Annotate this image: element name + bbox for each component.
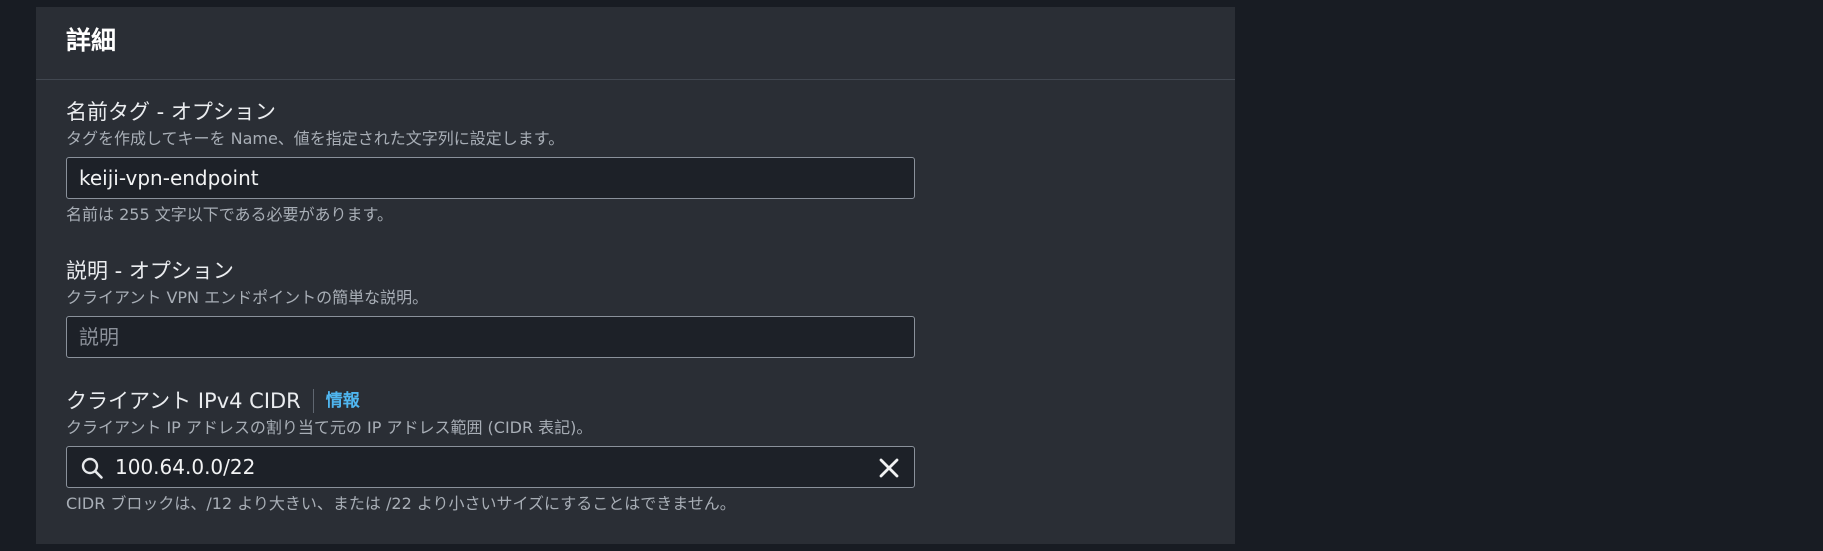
client-cidr-field: クライアント IPv4 CIDR 情報 クライアント IP アドレスの割り当て元… (66, 387, 916, 515)
name-tag-description: タグを作成してキーを Name、値を指定された文字列に設定します。 (66, 129, 565, 148)
description-input-box (66, 316, 915, 358)
description-input[interactable] (67, 317, 914, 357)
label-divider (312, 389, 314, 413)
client-cidr-label-row: クライアント IPv4 CIDR 情報 (66, 387, 916, 415)
description-field: 説明 - オプション クライアント VPN エンドポイントの簡単な説明。 (66, 257, 916, 358)
info-link[interactable]: 情報 (326, 387, 360, 415)
name-tag-input-box (66, 157, 915, 199)
client-cidr-input[interactable] (67, 447, 914, 487)
name-tag-label: 名前タグ - オプション (66, 100, 276, 124)
section-title: 詳細 (66, 26, 117, 55)
description-label: 説明 - オプション (66, 259, 234, 283)
name-tag-field: 名前タグ - オプション タグを作成してキーを Name、値を指定された文字列に… (66, 98, 916, 226)
close-icon[interactable] (876, 455, 902, 481)
search-icon (81, 457, 103, 479)
description-help-text: クライアント VPN エンドポイントの簡単な説明。 (66, 288, 429, 307)
name-tag-input[interactable] (67, 158, 914, 198)
client-cidr-input-box (66, 446, 915, 488)
client-cidr-description: クライアント IP アドレスの割り当て元の IP アドレス範囲 (CIDR 表記… (66, 418, 593, 437)
client-cidr-constraint: CIDR ブロックは、/12 より大きい、または /22 より小さいサイズにする… (66, 494, 736, 513)
name-tag-constraint: 名前は 255 文字以下である必要があります。 (66, 205, 393, 224)
details-panel: 詳細 名前タグ - オプション タグを作成してキーを Name、値を指定された文… (36, 7, 1235, 544)
client-cidr-label: クライアント IPv4 CIDR (66, 389, 301, 413)
panel-header: 詳細 (36, 7, 1235, 80)
